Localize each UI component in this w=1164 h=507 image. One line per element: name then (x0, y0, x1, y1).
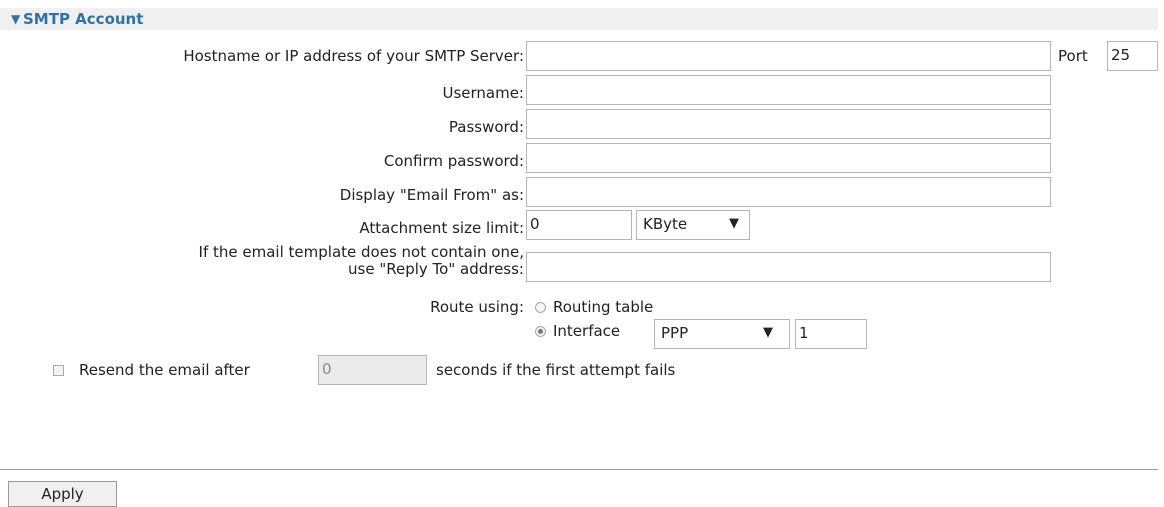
interface-radio[interactable] (535, 326, 546, 337)
chevron-down-icon: ▼ (763, 325, 773, 340)
hostname-input[interactable] (526, 41, 1051, 71)
attachment-size-input[interactable]: 0 (526, 210, 632, 240)
port-input[interactable]: 25 (1107, 41, 1158, 71)
email-from-label: Display "Email From" as: (339, 186, 524, 204)
confirm-password-input[interactable] (526, 143, 1051, 173)
confirm-password-label: Confirm password: (383, 152, 524, 170)
resend-text-before: Resend the email after (79, 361, 250, 379)
interface-type-select[interactable]: PPP ▼ (654, 319, 790, 349)
hostname-label: Hostname or IP address of your SMTP Serv… (183, 47, 524, 65)
username-input[interactable] (526, 75, 1051, 105)
port-label: Port (1058, 47, 1088, 65)
attachment-unit-value: KByte (643, 215, 688, 233)
attachment-unit-select[interactable]: KByte ▼ (636, 210, 750, 240)
resend-checkbox[interactable] (53, 365, 64, 376)
caret-down-icon[interactable]: ▼ (11, 13, 20, 25)
section-title: SMTP Account (23, 10, 144, 28)
username-label: Username: (442, 84, 524, 102)
resend-seconds-input[interactable]: 0 (318, 355, 427, 385)
password-label: Password: (448, 118, 524, 136)
routing-table-radio[interactable] (535, 302, 546, 313)
attachment-size-label: Attachment size limit: (359, 219, 524, 237)
reply-to-label-line2: use "Reply To" address: (348, 260, 524, 278)
route-using-label: Route using: (430, 298, 524, 316)
footer-divider (0, 469, 1158, 470)
chevron-down-icon: ▼ (729, 216, 739, 231)
password-input[interactable] (526, 109, 1051, 139)
email-from-input[interactable] (526, 177, 1051, 207)
apply-button[interactable]: Apply (8, 481, 117, 507)
interface-type-value: PPP (661, 324, 689, 342)
resend-text-after: seconds if the first attempt fails (436, 361, 676, 379)
section-header-smtp-account[interactable]: ▼ SMTP Account (0, 8, 1158, 30)
routing-table-label[interactable]: Routing table (553, 298, 653, 316)
reply-to-label-line1: If the email template does not contain o… (198, 243, 524, 261)
reply-to-input[interactable] (526, 252, 1051, 282)
interface-label[interactable]: Interface (553, 322, 620, 340)
interface-number-input[interactable]: 1 (795, 319, 867, 349)
